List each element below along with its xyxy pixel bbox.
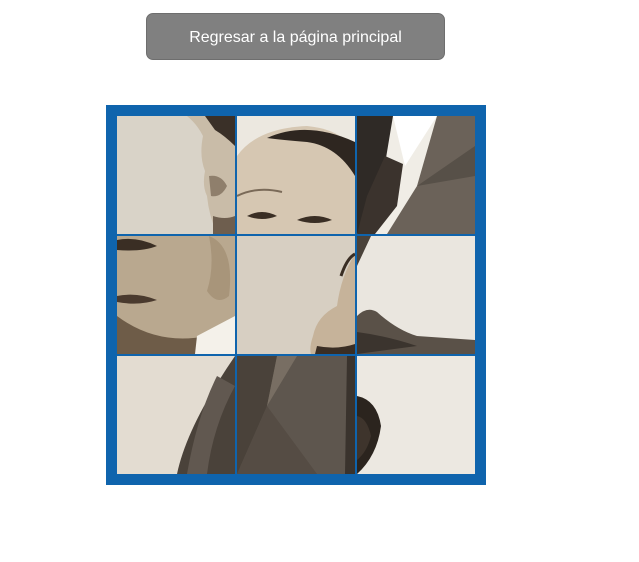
puzzle-board: [106, 105, 486, 485]
tile-image-jacket-chest: [237, 356, 355, 474]
back-to-home-button[interactable]: Regresar a la página principal: [146, 13, 445, 60]
tile-image-forehead-eyes: [237, 116, 355, 234]
puzzle-tile-8[interactable]: [237, 356, 355, 474]
tile-image-chin-edge: [237, 236, 355, 354]
tile-image-ear-cheek: [117, 116, 235, 234]
tile-image-shoulder: [117, 356, 235, 474]
puzzle-tile-7[interactable]: [117, 356, 235, 474]
puzzle-tile-2[interactable]: [237, 116, 355, 234]
puzzle-grid: [117, 116, 475, 474]
puzzle-tile-9[interactable]: [357, 356, 475, 474]
tile-image-nose-mouth: [117, 236, 235, 354]
puzzle-tile-1[interactable]: [117, 116, 235, 234]
puzzle-tile-4[interactable]: [117, 236, 235, 354]
puzzle-tile-5[interactable]: [237, 236, 355, 354]
tile-image-background-hair: [357, 356, 475, 474]
puzzle-tile-6[interactable]: [357, 236, 475, 354]
tile-image-lapel-background: [357, 236, 475, 354]
tile-image-collar-tie: [357, 116, 475, 234]
puzzle-tile-3[interactable]: [357, 116, 475, 234]
